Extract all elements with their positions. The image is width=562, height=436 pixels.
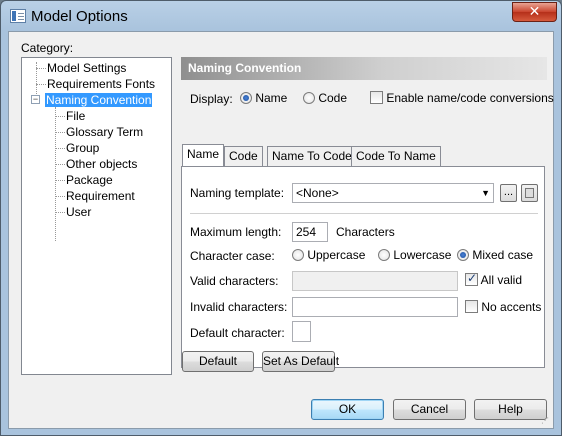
tree-line	[55, 132, 65, 133]
set-as-default-button[interactable]: Set As Default	[262, 351, 339, 372]
collapse-icon[interactable]: −	[31, 95, 40, 104]
max-length-input[interactable]: 254	[292, 222, 328, 242]
tree-item-label: User	[66, 205, 92, 219]
no-accents-option[interactable]: No accents	[465, 300, 541, 314]
category-label: Category:	[21, 41, 74, 55]
category-tree[interactable]: Model Settings Requirements Fonts − Nami…	[21, 57, 172, 375]
dialog-body: Category: Model Settings Requirements Fo…	[8, 31, 554, 429]
name-tab-body: Naming template: <None> ▼ ... Maximum le…	[181, 166, 545, 368]
default-character-input[interactable]	[292, 321, 311, 342]
ok-button[interactable]: OK	[311, 399, 384, 420]
max-length-unit: Characters	[336, 225, 395, 239]
all-valid-checkbox[interactable]	[465, 271, 478, 286]
tab-name[interactable]: Name	[182, 144, 225, 166]
model-options-window: Model Options ✕ Category: Model Settings…	[0, 0, 562, 436]
dropdown-arrow-icon: ▼	[481, 188, 490, 198]
character-case-label: Character case:	[190, 249, 275, 263]
help-button[interactable]: Help	[474, 399, 547, 420]
max-length-label: Maximum length:	[190, 225, 282, 239]
tree-item-file[interactable]: File	[66, 109, 85, 124]
tree-line	[55, 116, 65, 117]
valid-characters-label: Valid characters:	[190, 274, 279, 288]
tree-item-model-settings[interactable]: Model Settings	[47, 61, 126, 76]
tree-item-label: Naming Convention	[45, 93, 153, 107]
no-accents-label: No accents	[481, 300, 542, 314]
tab-name-to-code[interactable]: Name To Code	[267, 146, 357, 166]
all-valid-label: All valid	[480, 273, 523, 287]
tree-item-label: Group	[66, 141, 100, 155]
display-name-radio[interactable]	[240, 92, 252, 104]
enable-conversions-label: Enable name/code conversions	[386, 91, 554, 105]
naming-template-label: Naming template:	[190, 186, 285, 200]
tab-code-to-name[interactable]: Code To Name	[351, 146, 441, 166]
properties-icon[interactable]	[521, 184, 538, 202]
case-uppercase-label: Uppercase	[307, 248, 366, 262]
display-name-label: Name	[255, 91, 288, 105]
valid-characters-input[interactable]	[292, 271, 458, 291]
display-label: Display:	[190, 92, 233, 106]
invalid-characters-label: Invalid characters:	[190, 300, 288, 314]
resize-grip-icon[interactable]: ⋰	[541, 416, 551, 426]
tab-code[interactable]: Code	[224, 146, 263, 166]
all-valid-option[interactable]: All valid	[465, 271, 523, 287]
case-mixed-option[interactable]: Mixed case	[457, 248, 533, 262]
invalid-characters-input[interactable]	[292, 297, 458, 317]
cancel-button[interactable]: Cancel	[393, 399, 466, 420]
tab-container: Name Code Name To Code Code To Name Nami…	[181, 144, 547, 370]
tree-item-user[interactable]: User	[66, 205, 91, 220]
display-name-option[interactable]: Name	[240, 91, 287, 105]
separator	[190, 213, 538, 214]
naming-template-select[interactable]: <None> ▼	[292, 183, 494, 203]
tree-item-label: Model Settings	[47, 61, 127, 75]
panel-header: Naming Convention	[181, 57, 547, 80]
tree-line	[36, 68, 46, 69]
tree-item-label: File	[66, 109, 86, 123]
tree-item-group[interactable]: Group	[66, 141, 99, 156]
tree-item-requirements-fonts[interactable]: Requirements Fonts	[47, 77, 155, 92]
case-lowercase-label: Lowercase	[393, 248, 452, 262]
tree-item-glossary-term[interactable]: Glossary Term	[66, 125, 143, 140]
no-accents-checkbox[interactable]	[465, 300, 478, 313]
tree-line	[55, 196, 65, 197]
tree-item-package[interactable]: Package	[66, 173, 113, 188]
case-lowercase-radio[interactable]	[378, 249, 390, 261]
naming-convention-panel: Naming Convention Display: Name Code Ena…	[181, 57, 554, 372]
case-lowercase-option[interactable]: Lowercase	[378, 248, 451, 262]
tree-line	[36, 84, 46, 85]
tree-line	[55, 148, 65, 149]
case-uppercase-option[interactable]: Uppercase	[292, 248, 365, 262]
tree-item-label: Other objects	[66, 157, 138, 171]
naming-template-value: <None>	[296, 186, 339, 200]
close-button[interactable]: ✕	[512, 2, 557, 22]
enable-conversions-option[interactable]: Enable name/code conversions	[370, 91, 554, 105]
tree-item-label: Requirements Fonts	[47, 77, 156, 91]
enable-conversions-checkbox[interactable]	[370, 91, 383, 104]
case-mixed-label: Mixed case	[472, 248, 534, 262]
tree-item-other-objects[interactable]: Other objects	[66, 157, 137, 172]
tree-item-label: Glossary Term	[66, 125, 144, 139]
display-code-label: Code	[318, 91, 348, 105]
window-title: Model Options	[31, 8, 128, 25]
tree-line	[55, 180, 65, 181]
tree-item-label: Package	[66, 173, 113, 187]
default-character-label: Default character:	[190, 326, 285, 340]
tree-item-label: Requirement	[66, 189, 135, 203]
display-code-option[interactable]: Code	[303, 91, 347, 105]
title-bar[interactable]: Model Options ✕	[1, 1, 561, 33]
app-window-icon	[10, 9, 26, 23]
tree-line	[55, 212, 65, 213]
display-code-radio[interactable]	[303, 92, 315, 104]
browse-template-button[interactable]: ...	[500, 184, 517, 202]
tree-line	[55, 164, 65, 165]
case-mixed-radio[interactable]	[457, 249, 469, 261]
tree-line	[55, 107, 56, 241]
default-button[interactable]: Default	[182, 351, 254, 372]
case-uppercase-radio[interactable]	[292, 249, 304, 261]
tree-item-naming-convention[interactable]: Naming Convention	[45, 93, 153, 108]
tree-item-requirement[interactable]: Requirement	[66, 189, 135, 204]
